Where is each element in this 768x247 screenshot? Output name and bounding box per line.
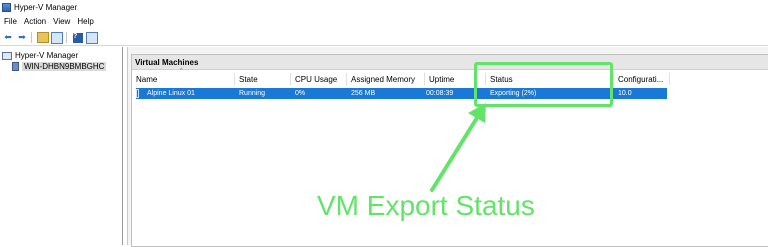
panel-header: Virtual Machines — [132, 55, 768, 70]
column-name[interactable]: ^ Name — [132, 68, 235, 85]
navigation-tree: Hyper-V Manager WIN-DHBN9BMBGHC — [0, 47, 123, 245]
toolbar: ⬅ ➡ ? — [0, 30, 768, 46]
cell-state: Running — [239, 90, 266, 97]
folder-icon — [37, 32, 49, 43]
virtual-machine-icon — [136, 89, 139, 98]
menu-action[interactable]: Action — [24, 17, 46, 26]
menu-view[interactable]: View — [53, 17, 70, 26]
column-label: Configurati... — [618, 74, 664, 84]
cell-memory: 256 MB — [351, 90, 376, 97]
forward-icon[interactable]: ➡ — [16, 32, 28, 44]
cell-name: Alpine Linux 01 — [147, 90, 195, 97]
cell-configuration: 10.0 — [618, 90, 632, 97]
column-assigned-memory[interactable]: Assigned Memory — [347, 73, 425, 85]
grid-icon — [86, 31, 98, 44]
toolbar-separator — [31, 32, 32, 43]
tree-server-label: WIN-DHBN9BMBGHC — [22, 62, 107, 71]
column-label: Uptime — [429, 74, 455, 84]
tree-root[interactable]: Hyper-V Manager — [2, 51, 78, 60]
menu-bar: File Action View Help — [0, 15, 768, 28]
hyperv-app-icon — [2, 2, 11, 12]
help-button[interactable]: ? — [72, 32, 84, 44]
column-state[interactable]: State — [235, 73, 291, 85]
toolbar-separator — [66, 32, 67, 43]
column-label: Name — [136, 74, 158, 84]
cell-cpu: 0% — [295, 90, 306, 97]
column-cpu-usage[interactable]: CPU Usage — [291, 73, 347, 85]
column-label: Assigned Memory — [351, 74, 416, 84]
status-highlight-box — [474, 62, 613, 107]
tree-root-label: Hyper-V Manager — [15, 51, 79, 60]
panel-title: Virtual Machines — [135, 57, 199, 67]
title-bar: Hyper-V Manager — [0, 0, 768, 14]
column-configuration[interactable]: Configurati... — [614, 73, 670, 85]
grid-icon — [51, 31, 63, 44]
hyperv-manager-icon — [2, 51, 12, 60]
window-title: Hyper-V Manager — [14, 2, 78, 12]
menu-file[interactable]: File — [4, 17, 17, 26]
column-label: CPU Usage — [295, 74, 338, 84]
sort-ascending-icon: ^ — [180, 68, 183, 74]
server-icon — [12, 62, 19, 71]
tree-server[interactable]: WIN-DHBN9BMBGHC — [12, 62, 107, 71]
back-icon[interactable]: ⬅ — [2, 32, 14, 44]
grid-button[interactable] — [51, 31, 63, 44]
grid-button-2[interactable] — [86, 31, 98, 44]
folder-button[interactable] — [37, 32, 49, 44]
annotation-label: VM Export Status — [317, 190, 535, 221]
menu-help[interactable]: Help — [77, 17, 93, 26]
column-label: State — [239, 74, 258, 84]
help-icon: ? — [73, 32, 83, 43]
cell-uptime: 00:08:39 — [426, 90, 454, 97]
